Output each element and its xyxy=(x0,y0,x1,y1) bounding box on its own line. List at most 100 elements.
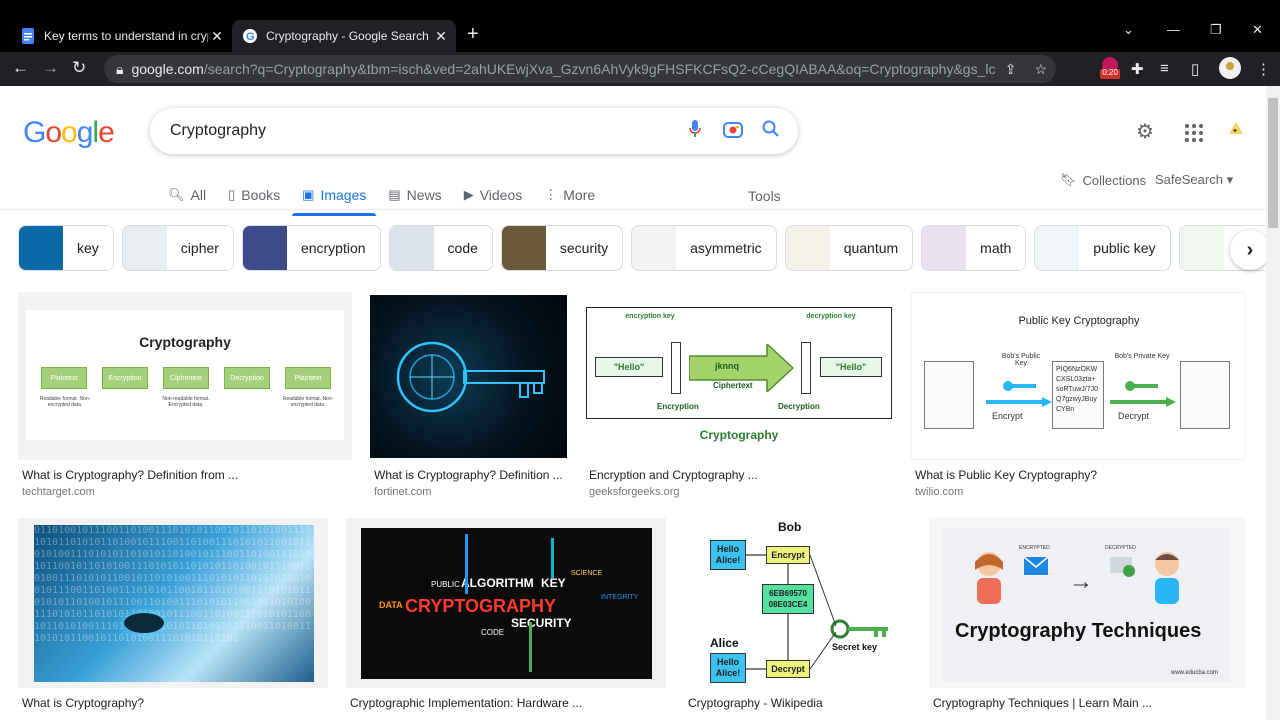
restore-icon[interactable]: ❐ xyxy=(1210,22,1222,38)
chip-thumbnail xyxy=(122,226,167,270)
related-chip[interactable]: asymmetric xyxy=(631,225,777,271)
result-caption[interactable]: What is Public Key Cryptography? xyxy=(915,468,1245,482)
related-chip[interactable]: cipher xyxy=(121,225,234,271)
reload-icon[interactable]: ↻ xyxy=(72,58,86,78)
browser-tab-1[interactable]: Key terms to understand in crypt ✕ xyxy=(10,20,232,52)
search-input[interactable]: Cryptography xyxy=(170,122,676,140)
back-icon[interactable]: ← xyxy=(12,58,29,78)
image-icon: ▣ xyxy=(302,187,315,202)
close-tab-icon[interactable]: ✕ xyxy=(432,28,450,45)
result-caption[interactable]: What is Cryptography? xyxy=(22,696,322,710)
close-tab-icon[interactable]: ✕ xyxy=(208,28,226,45)
related-chip[interactable]: key xyxy=(18,225,114,271)
url-host: google.com xyxy=(131,61,204,77)
result-thumbnail[interactable]: Cryptography Plaintext Encryption Cipher… xyxy=(18,292,352,460)
tab-books[interactable]: ▯ Books xyxy=(228,180,280,210)
address-bar[interactable]: 🔒︎ google.com /search?q=Cryptography&tbm… xyxy=(104,55,1056,83)
result-thumbnail[interactable]: 0110100101110011010011101010110010110101… xyxy=(18,518,328,688)
arrow-icon xyxy=(1110,397,1176,407)
search-icon[interactable] xyxy=(752,120,790,143)
related-chip[interactable]: math xyxy=(921,225,1027,271)
collections-button[interactable]: 🔖︎ Collections xyxy=(1060,172,1146,188)
result-caption[interactable]: Cryptography Techniques | Learn Main ... xyxy=(933,696,1243,710)
result-thumbnail[interactable]: CRYPTOGRAPHY ALGORITHM KEY SECURITY DATA… xyxy=(346,518,666,688)
tab-more[interactable]: ⋮ More xyxy=(544,180,595,210)
image-result-8[interactable]: ENCRYPTED → DECRYPTED Cryptography Techn… xyxy=(929,518,1245,720)
lock-icon[interactable]: 🔒︎ xyxy=(116,61,123,78)
microphone-icon[interactable] xyxy=(676,119,714,144)
plaintext-doc xyxy=(924,361,974,429)
account-avatar[interactable]: ✦ xyxy=(1225,118,1247,145)
image-result-6[interactable]: CRYPTOGRAPHY ALGORITHM KEY SECURITY DATA… xyxy=(346,518,666,720)
related-chip[interactable]: code xyxy=(388,225,493,271)
related-chip[interactable]: public key xyxy=(1034,225,1171,271)
result-thumbnail[interactable]: ENCRYPTED → DECRYPTED Cryptography Techn… xyxy=(929,518,1245,688)
image-result-4[interactable]: Public Key Cryptography Bob's Public Key… xyxy=(911,292,1245,502)
image-result-1[interactable]: Cryptography Plaintext Encryption Cipher… xyxy=(18,292,352,502)
apps-grid-icon[interactable] xyxy=(1185,124,1203,142)
new-tab-button[interactable]: + xyxy=(467,24,479,44)
settings-gear-icon[interactable]: ⚙ xyxy=(1136,119,1154,144)
chip-label: key xyxy=(77,240,99,256)
result-source[interactable]: twilio.com xyxy=(915,486,963,498)
chip-thumbnail xyxy=(501,226,546,270)
result-thumbnail[interactable]: Public Key Cryptography Bob's Public Key… xyxy=(911,292,1245,460)
diagram-label: encryption key xyxy=(625,313,675,320)
profile-avatar[interactable] xyxy=(1219,57,1241,83)
window-close-icon[interactable]: ✕ xyxy=(1252,22,1263,38)
chip-label: encryption xyxy=(300,240,366,256)
result-source[interactable]: geeksforgeeks.org xyxy=(589,486,680,498)
image-result-3[interactable]: encryption key decryption key "Hello" jk… xyxy=(585,294,893,504)
result-thumbnail[interactable]: encryption key decryption key "Hello" jk… xyxy=(585,294,893,461)
lens-camera-icon[interactable] xyxy=(714,120,752,143)
google-favicon-icon: G xyxy=(242,28,258,44)
media-control-icon[interactable]: ≡ xyxy=(1160,60,1169,77)
tools-button[interactable]: Tools xyxy=(748,188,781,204)
forward-icon[interactable]: → xyxy=(42,58,59,78)
bookmark-star-icon[interactable]: ☆ xyxy=(1034,61,1047,78)
circuit-key-icon xyxy=(396,341,545,413)
browser-tab-2[interactable]: G Cryptography - Google Search ✕ xyxy=(232,20,456,52)
side-panel-icon[interactable]: ▯ xyxy=(1191,60,1199,78)
tab-videos[interactable]: ▶ Videos xyxy=(464,180,523,210)
related-chip[interactable]: encryption xyxy=(241,225,381,271)
result-caption[interactable]: Encryption and Cryptography ... xyxy=(589,468,889,482)
extensions-puzzle-icon[interactable]: ✚ xyxy=(1131,60,1144,78)
flow-step: Encryption xyxy=(102,367,148,389)
share-icon[interactable]: ⇪ xyxy=(1005,61,1017,78)
result-thumbnail[interactable] xyxy=(370,295,567,458)
menu-icon[interactable]: ⋮ xyxy=(1256,60,1271,78)
safesearch-button[interactable]: SafeSearch ▾ xyxy=(1155,172,1233,188)
result-thumbnail[interactable]: Bob Hello Alice! Encrypt 6EB69570 08E03C… xyxy=(684,518,912,688)
tab-all[interactable]: 🔍︎ All xyxy=(168,180,206,210)
image-result-5[interactable]: 0110100101110011010011101010110010110101… xyxy=(18,518,328,720)
result-caption[interactable]: What is Cryptography? Definition from ..… xyxy=(22,468,352,482)
related-chip[interactable]: security xyxy=(500,225,624,271)
tab-news[interactable]: ▤ News xyxy=(388,180,441,210)
word-cloud-main: CRYPTOGRAPHY xyxy=(405,596,557,616)
tab-images[interactable]: ▣ Images xyxy=(292,180,377,216)
ciphertext-doc: PIQ6NzOKW CXSL03zta+ soRTuwJ/7J0 Q7gzwyJ… xyxy=(1052,361,1104,429)
result-caption[interactable]: What is Cryptography? Definition ... xyxy=(374,468,564,482)
extension-timer-icon[interactable]: 0:20 xyxy=(1100,56,1120,80)
more-dots-icon: ⋮ xyxy=(544,187,558,202)
encrypt-block xyxy=(671,342,681,394)
chip-label: security xyxy=(559,240,609,256)
chip-label: asymmetric xyxy=(690,240,762,256)
google-logo[interactable]: Google xyxy=(23,116,115,150)
tab-search-icon[interactable]: ⌄ xyxy=(1123,22,1134,38)
scrollbar-thumb[interactable] xyxy=(1268,98,1278,228)
image-result-2[interactable]: What is Cryptography? Definition ... for… xyxy=(370,295,568,505)
caret-down-icon: ▾ xyxy=(1226,172,1234,187)
image-result-7[interactable]: Bob Hello Alice! Encrypt 6EB69570 08E03C… xyxy=(684,518,912,720)
flow-step: Plaintext xyxy=(285,367,331,389)
chips-next-chevron-icon[interactable]: › xyxy=(1230,230,1266,270)
diagram-label: ENCRYPTED xyxy=(1019,545,1050,551)
result-caption[interactable]: Cryptographic Implementation: Hardware .… xyxy=(350,696,664,710)
search-box[interactable]: Cryptography xyxy=(150,108,798,154)
result-source[interactable]: fortinet.com xyxy=(374,486,431,498)
result-caption[interactable]: Cryptography - Wikipedia xyxy=(688,696,908,710)
result-source[interactable]: techtarget.com xyxy=(22,486,95,498)
minimize-icon[interactable]: — xyxy=(1167,22,1180,37)
related-chip[interactable]: quantum xyxy=(784,225,914,271)
